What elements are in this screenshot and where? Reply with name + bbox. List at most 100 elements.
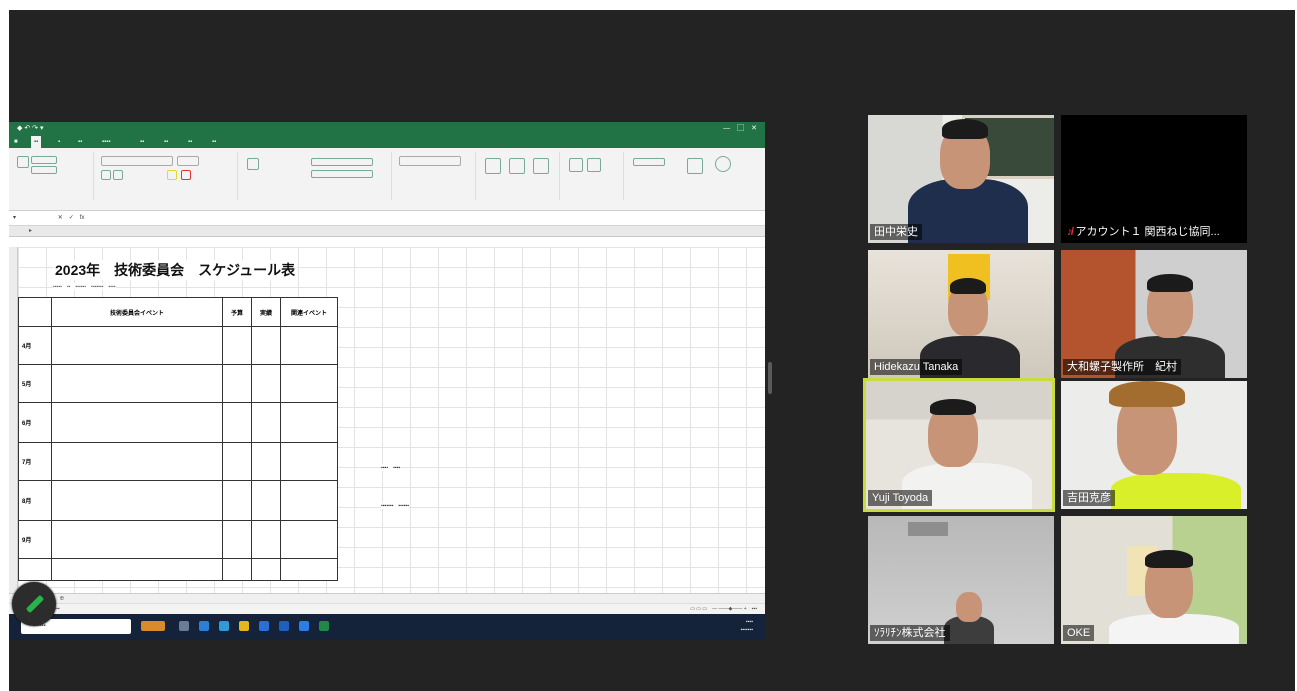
budget-cell: [222, 480, 252, 521]
insert-cells-icon[interactable]: [569, 158, 583, 172]
excel-taskbar-icon[interactable]: [319, 621, 329, 631]
participant-name: ｿﾗﾘﾁﾝ株式会社: [870, 625, 950, 641]
zoom-app-icon[interactable]: [299, 621, 309, 631]
participant-name-label: ♪̸ アカウント１ 関西ねじ協同...: [1063, 224, 1224, 240]
participant-tile[interactable]: ｿﾗﾘﾁﾝ株式会社: [868, 516, 1054, 644]
widget-icon[interactable]: [141, 621, 165, 631]
ribbon-group-font: [97, 152, 238, 200]
table-row[interactable]: 5月: [18, 364, 338, 403]
budget-cell: [222, 558, 252, 581]
table-header-row: 技術委員会イベント 予算 実績 関連イベント: [18, 297, 338, 327]
wrap-text-button[interactable]: [311, 158, 373, 166]
sort-filter-icon[interactable]: [687, 158, 703, 174]
participant-tile[interactable]: ♪̸ アカウント１ 関西ねじ協同...: [1061, 115, 1247, 243]
cell-styles-icon[interactable]: [533, 158, 549, 174]
bold-icon[interactable]: [101, 170, 111, 180]
cut-icon[interactable]: [31, 156, 57, 164]
table-row[interactable]: 8月: [18, 480, 338, 521]
browser-icon[interactable]: [219, 621, 229, 631]
edge-icon[interactable]: [199, 621, 209, 631]
tab-file[interactable]: ■: [11, 136, 21, 148]
pen-icon: [25, 594, 45, 614]
month-cell: 5月: [18, 364, 52, 403]
number-format-select[interactable]: [399, 156, 461, 166]
tab-home[interactable]: ▪▪: [31, 136, 42, 148]
table-row[interactable]: 9月: [18, 520, 338, 559]
store-icon[interactable]: [259, 621, 269, 631]
event-cell: [51, 442, 223, 481]
copy-icon[interactable]: [31, 166, 57, 174]
split-view-handle[interactable]: [768, 362, 772, 394]
related-cell: [280, 480, 338, 521]
related-cell: [280, 442, 338, 481]
actual-cell: [251, 558, 281, 581]
tab-data[interactable]: ▪▪: [161, 136, 171, 148]
name-box[interactable]: ▾: [9, 215, 16, 221]
align-icon[interactable]: [247, 158, 259, 170]
italic-icon[interactable]: [113, 170, 123, 180]
formula-bar[interactable]: ▾ ✕ ✓ fx: [9, 211, 765, 226]
quick-access-icons[interactable]: ◆ ↶ ↷ ▾: [17, 122, 43, 136]
window-controls[interactable]: — ▢ ✕: [723, 122, 757, 136]
month-cell: 9月: [18, 520, 52, 559]
explorer-icon[interactable]: [239, 621, 249, 631]
tab-review[interactable]: ▪▪: [185, 136, 195, 148]
delete-cells-icon[interactable]: [587, 158, 601, 172]
autosum-icon[interactable]: [633, 158, 665, 166]
highlight-icon[interactable]: [167, 170, 177, 180]
participant-tile[interactable]: Hidekazu Tanaka: [868, 250, 1054, 378]
paste-icon[interactable]: [17, 156, 29, 168]
column-headers: ▸: [9, 226, 765, 237]
actual-cell: [251, 480, 281, 521]
related-cell: [280, 520, 338, 559]
participant-tile[interactable]: 田中栄史: [868, 115, 1054, 243]
related-cell: [280, 558, 338, 581]
format-table-icon[interactable]: [509, 158, 525, 174]
related-cell: [280, 402, 338, 443]
participant-tile[interactable]: OKE: [1061, 516, 1247, 644]
actual-cell: [251, 442, 281, 481]
task-view-icon[interactable]: [179, 621, 189, 631]
sheet-subtitle: ▪▪▪▪▪ ▪▪ ▪▪▪▪▪▪ ▪▪▪▪▪▪▪ ▪▪▪▪: [53, 283, 116, 290]
tab-layout[interactable]: ▪▪▪▪: [99, 136, 114, 148]
mail-icon[interactable]: [279, 621, 289, 631]
cell-note: ▪▪▪▪ ▪▪▪▪: [381, 464, 401, 471]
shared-screen[interactable]: ◆ ↶ ↷ ▾ — ▢ ✕ ■ ▪▪ ▪ ▪▪ ▪▪▪▪ ▪▪ ▪▪ ▪▪ ▪▪: [9, 122, 765, 640]
ribbon-group-clipboard: [13, 152, 94, 200]
merge-center-button[interactable]: [311, 170, 373, 178]
actual-cell: [251, 520, 281, 559]
ribbon-group-cells: [563, 152, 624, 200]
font-select[interactable]: [101, 156, 173, 166]
font-color-icon[interactable]: [181, 170, 191, 180]
tab-insert[interactable]: ▪: [55, 136, 63, 148]
participant-tile[interactable]: 大和螺子製作所 紀村: [1061, 250, 1247, 378]
related-cell: [280, 326, 338, 365]
font-size-select[interactable]: [177, 156, 199, 166]
table-row[interactable]: 4月: [18, 326, 338, 365]
event-cell: [51, 402, 223, 443]
ribbon-group-number: [395, 152, 476, 200]
table-row[interactable]: 6月: [18, 402, 338, 443]
formula-icons: ✕ ✓ fx: [57, 215, 85, 221]
conditional-format-icon[interactable]: [485, 158, 501, 174]
participant-name: Hidekazu Tanaka: [870, 359, 963, 375]
table-row[interactable]: [18, 558, 338, 581]
annotate-button[interactable]: [12, 582, 56, 626]
tab-view[interactable]: ▪▪: [209, 136, 219, 148]
event-cell: [51, 326, 223, 365]
windows-taskbar: ▪▪▪▪▪ ▪▪▪▪ ▪▪▪▪▪▪▪: [9, 614, 765, 640]
table-row[interactable]: 7月: [18, 442, 338, 481]
search-icon[interactable]: [715, 156, 731, 172]
participant-tile[interactable]: 吉田克彦: [1061, 381, 1247, 509]
table-header: 予算: [222, 297, 252, 327]
budget-cell: [222, 364, 252, 403]
tab-draw[interactable]: ▪▪: [75, 136, 85, 148]
ribbon-group-editing: [627, 152, 757, 200]
actual-cell: [251, 364, 281, 403]
tab-formulas[interactable]: ▪▪: [137, 136, 147, 148]
participant-name: OKE: [1063, 625, 1095, 641]
actual-cell: [251, 326, 281, 365]
row-headers: [9, 247, 18, 593]
event-cell: [51, 480, 223, 521]
participant-tile-active-speaker[interactable]: Yuji Toyoda: [866, 381, 1052, 509]
